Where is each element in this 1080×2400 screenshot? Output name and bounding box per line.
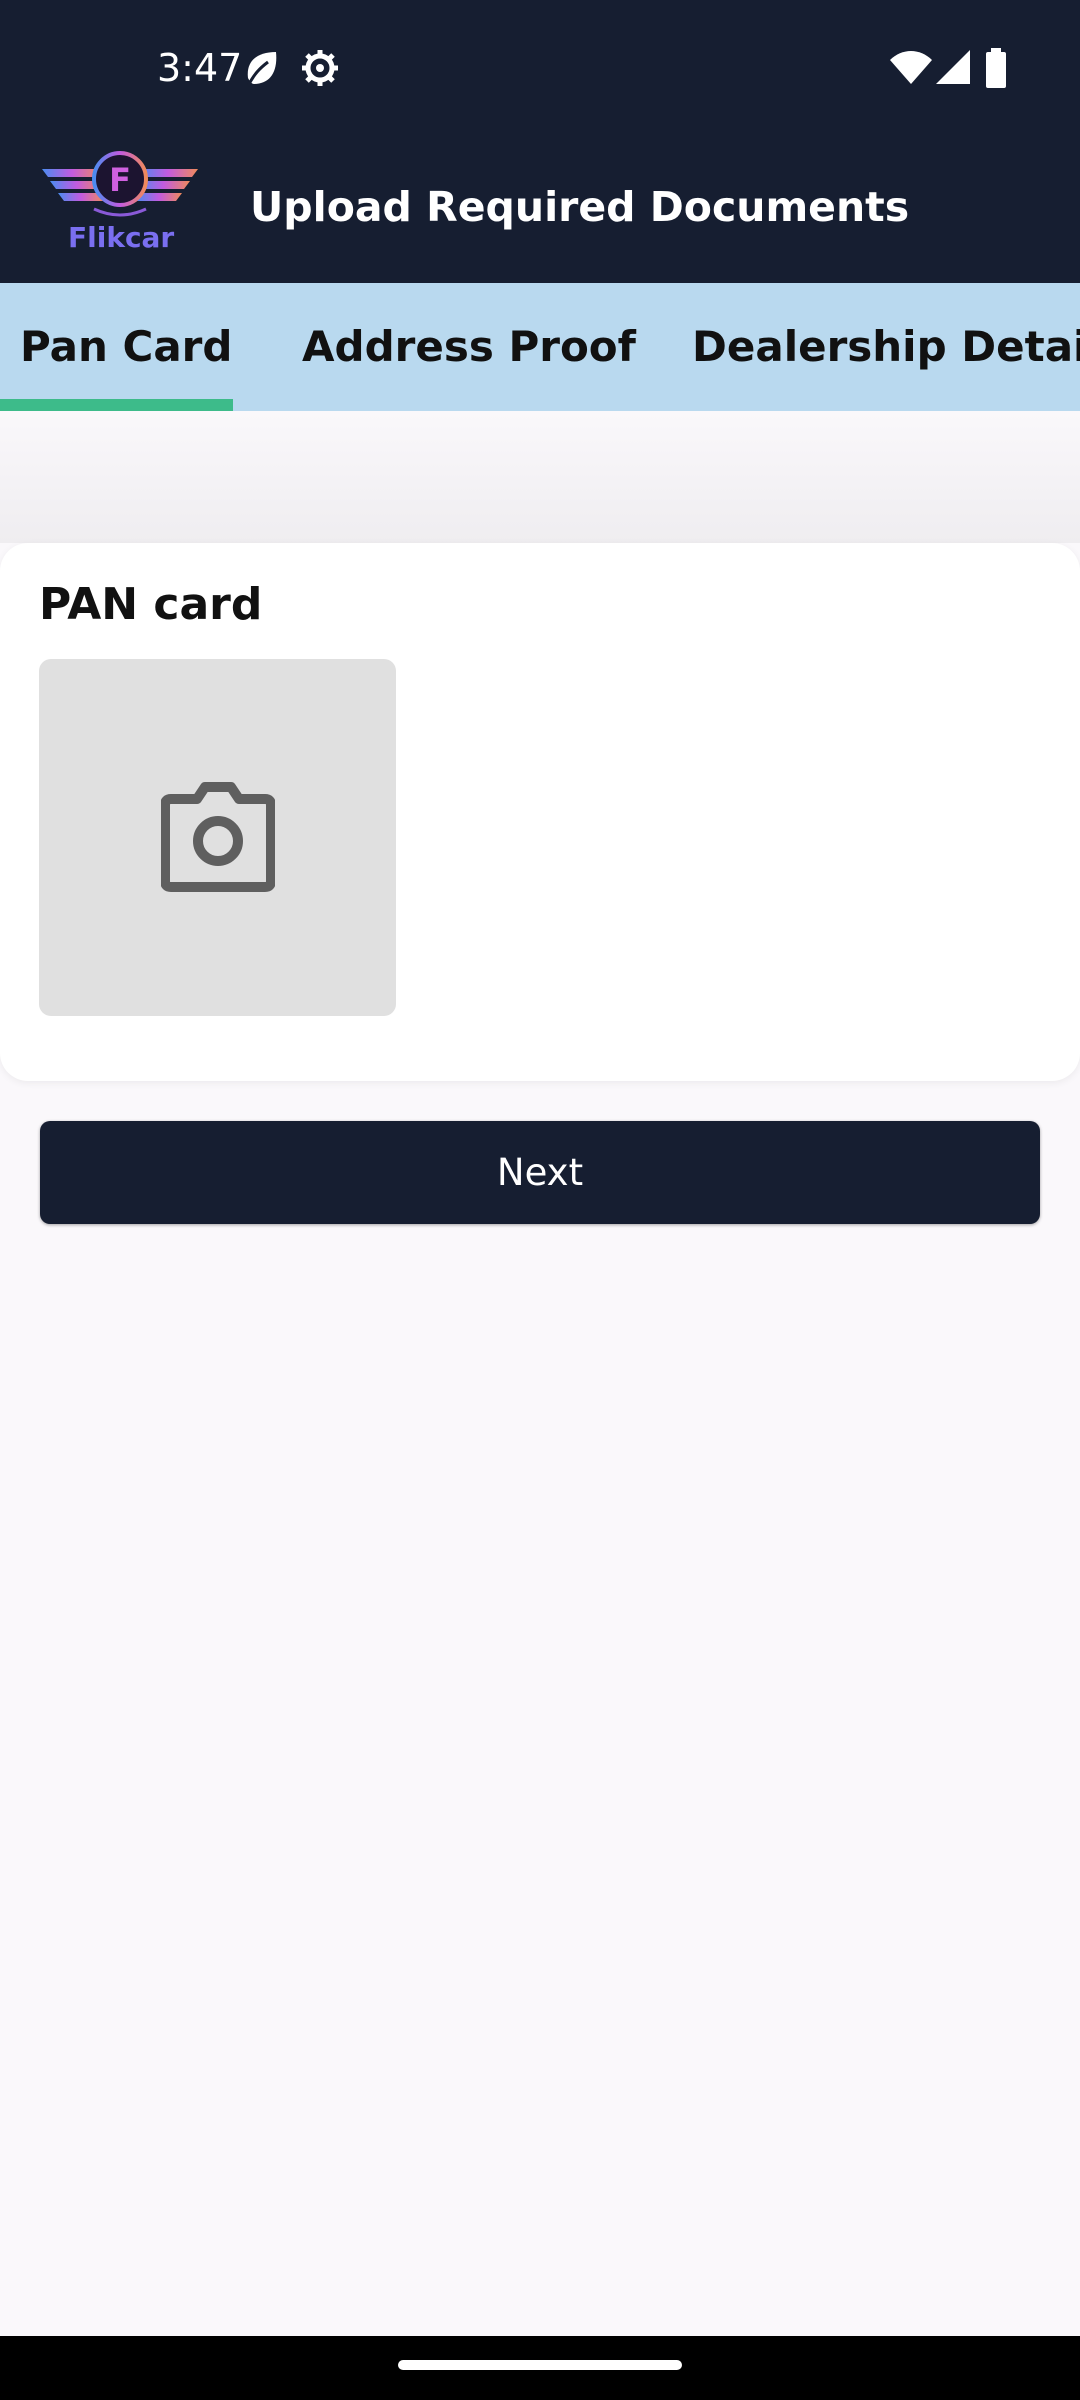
tab-address-proof[interactable]: Address Proof [302,283,636,411]
selected-tab-indicator [0,399,233,411]
pan-card-photo-upload[interactable] [39,659,396,1016]
logo-text: Flikcar [68,221,175,254]
app-bar: F Flikcar Upload Required Documents [0,135,1080,283]
page-title: Upload Required Documents [250,183,910,231]
svg-text:F: F [109,161,131,199]
status-bar: 3:47 [0,0,1080,135]
home-gesture-handle[interactable] [398,2360,682,2370]
wifi-icon [890,51,932,84]
camera-icon [161,782,275,892]
card-title: PAN card [39,579,263,630]
next-button[interactable]: Next [40,1121,1040,1224]
tab-dealership-details[interactable]: Dealership Details [692,283,1080,411]
document-tab-bar: Pan Card Address Proof Dealership Detail… [0,283,1080,411]
battery-icon [986,48,1006,88]
content-shade [0,411,1080,543]
status-time: 3:47 [157,46,243,90]
leaf-icon [246,52,277,87]
pan-card-upload-card: PAN card [0,543,1080,1081]
tab-pan-card[interactable]: Pan Card [20,283,232,411]
settings-gear-icon [302,50,338,86]
cellular-signal-icon [936,50,970,84]
